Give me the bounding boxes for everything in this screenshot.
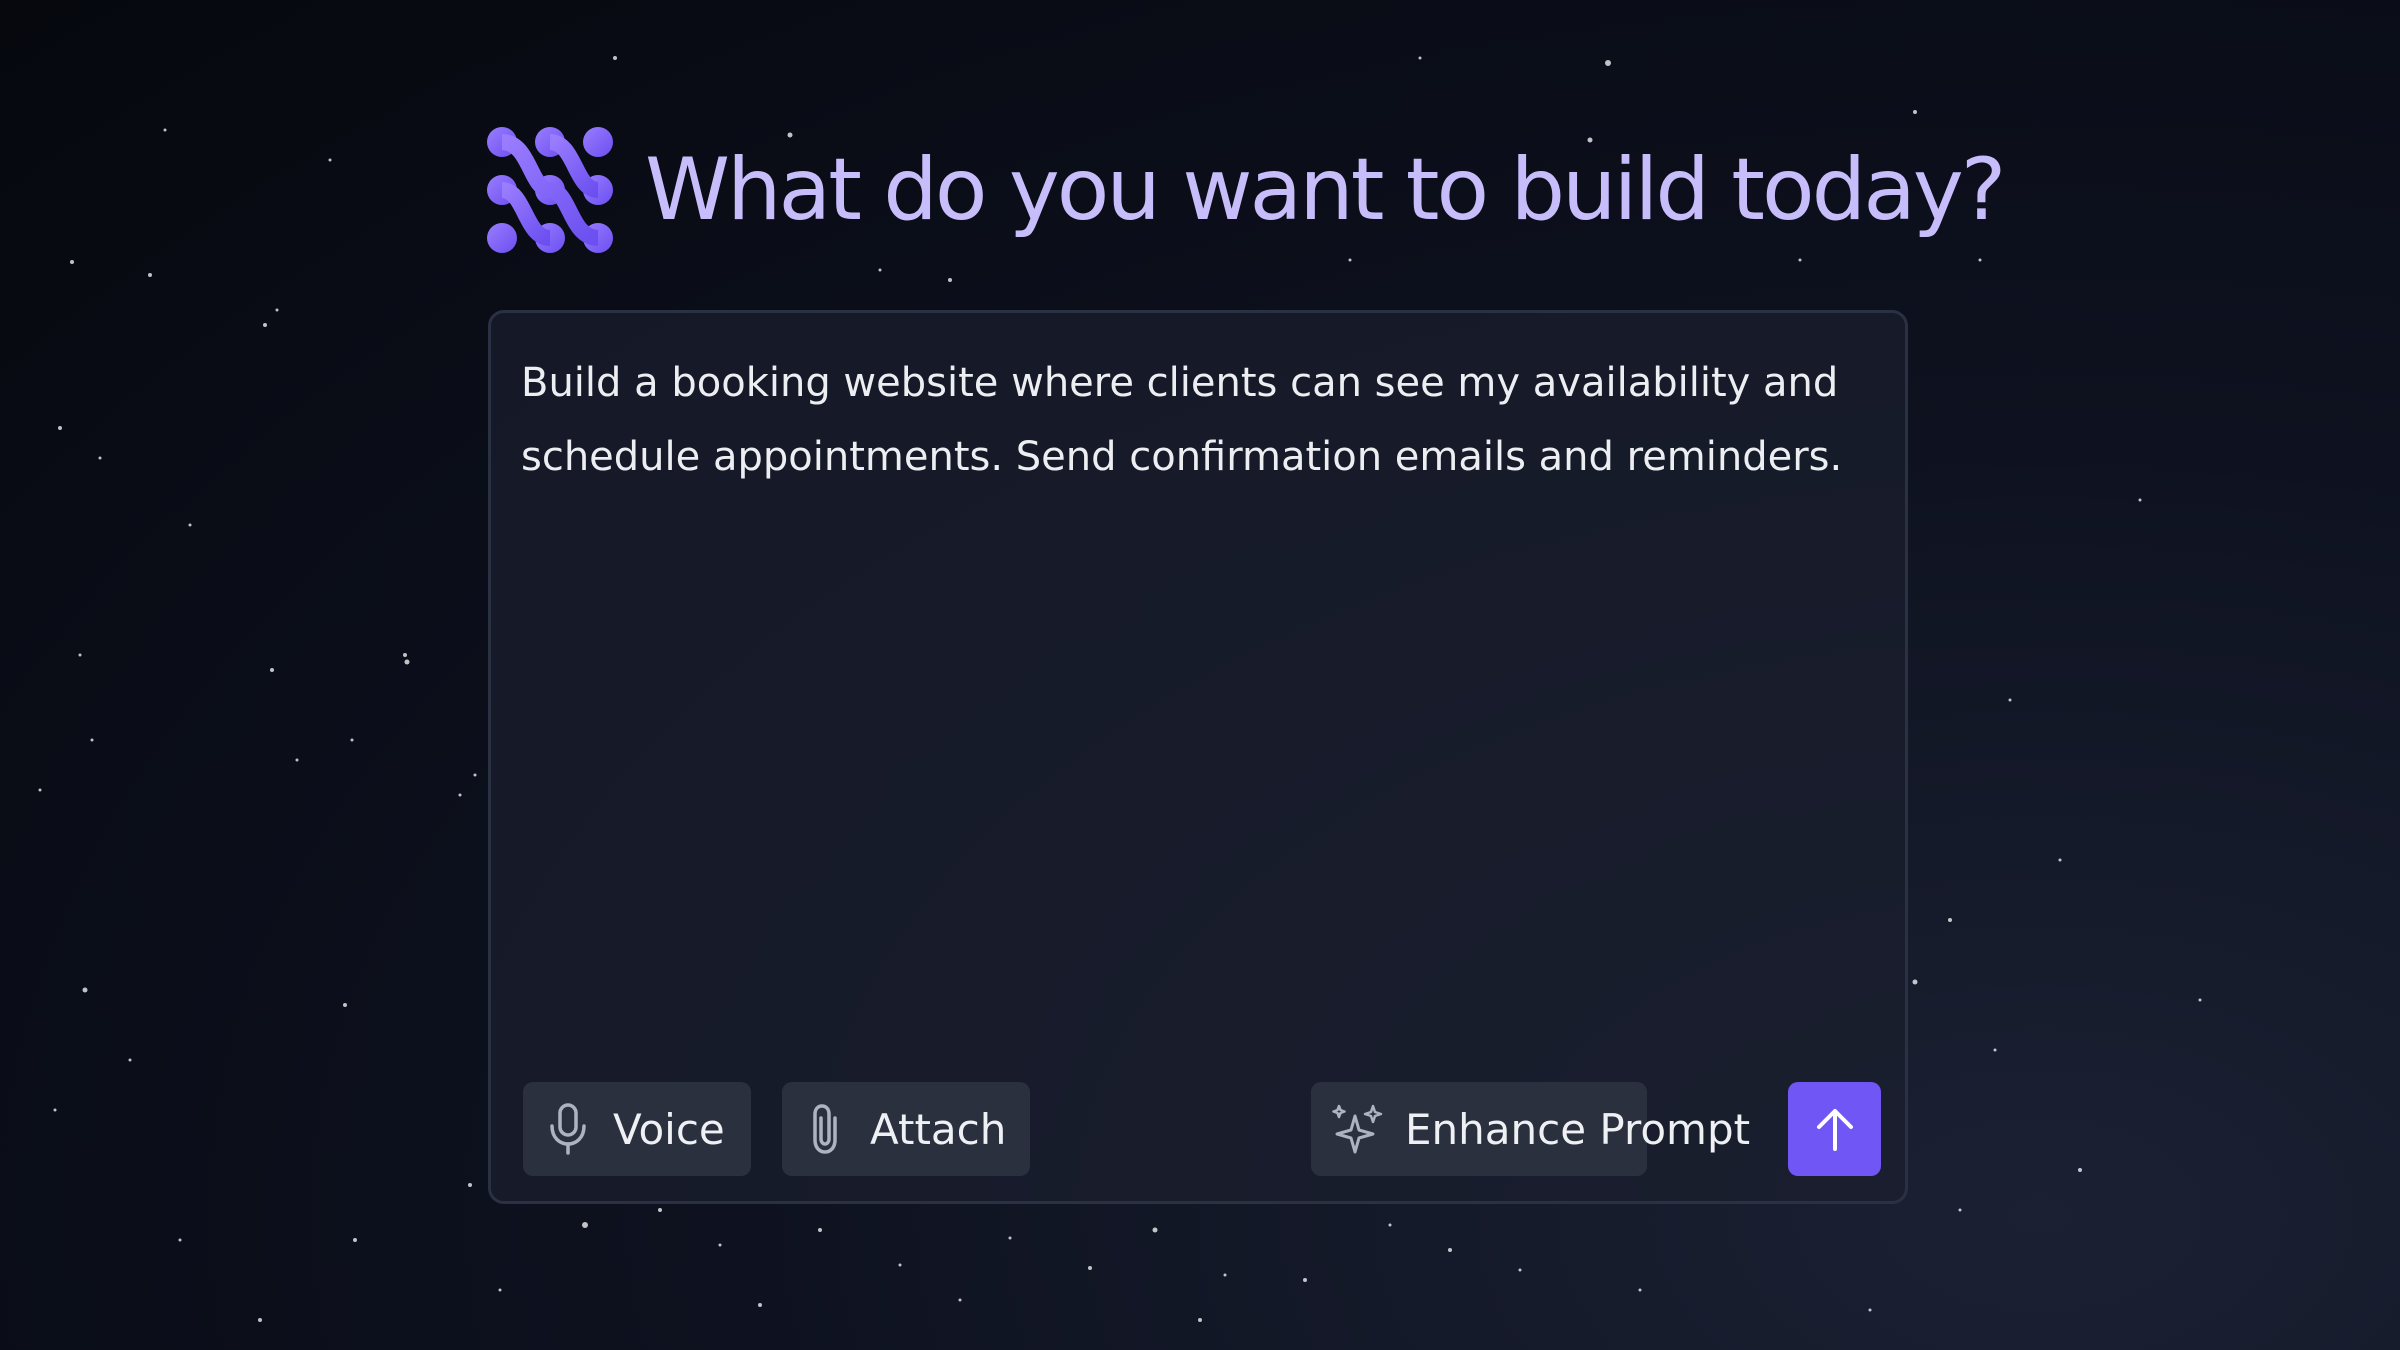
enhance-prompt-button-label: Enhance Prompt	[1405, 1104, 1751, 1154]
dotted-logo-icon	[487, 127, 613, 253]
microphone-icon	[550, 1103, 586, 1155]
attach-button-label: Attach	[870, 1104, 1007, 1154]
sparkles-icon	[1332, 1104, 1383, 1154]
voice-button-label: Voice	[613, 1104, 725, 1154]
enhance-prompt-button[interactable]: Enhance Prompt	[1311, 1082, 1750, 1176]
page-title: What do you want to build today?	[645, 140, 2006, 240]
voice-button[interactable]: Voice	[523, 1082, 751, 1176]
prompt-input[interactable]: Build a booking website where clients ca…	[521, 346, 1871, 494]
send-button[interactable]	[1788, 1082, 1881, 1176]
arrow-up-icon	[1816, 1109, 1853, 1151]
prompt-card: Build a booking website where clients ca…	[488, 310, 1908, 1204]
page-header: What do you want to build today?	[485, 125, 2006, 255]
paperclip-icon	[813, 1104, 837, 1154]
attach-button[interactable]: Attach	[782, 1082, 1030, 1176]
